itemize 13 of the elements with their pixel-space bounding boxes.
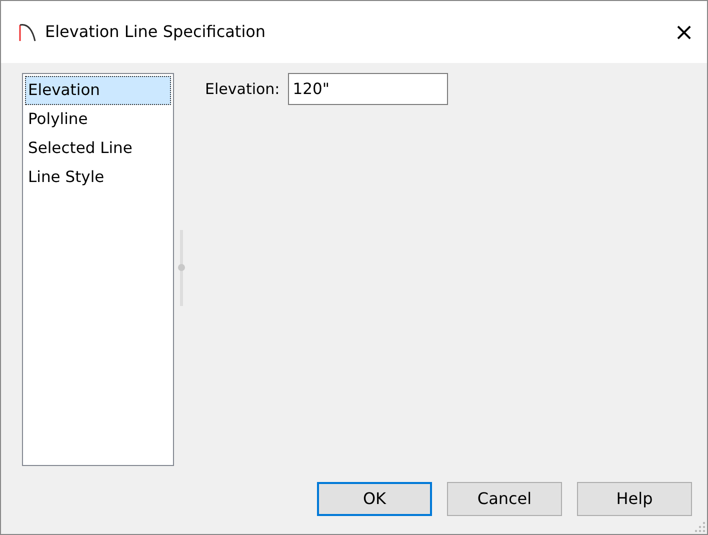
- window-title: Elevation Line Specification: [45, 21, 266, 43]
- resize-grip-icon[interactable]: [695, 522, 705, 532]
- sidebar-item[interactable]: Selected Line: [25, 134, 171, 163]
- dialog-button[interactable]: Help: [577, 482, 692, 516]
- sidebar-item[interactable]: Polyline: [25, 105, 171, 134]
- field-label: Elevation:: [205, 78, 280, 100]
- arch-icon: [19, 22, 37, 42]
- close-button[interactable]: ×: [661, 12, 707, 52]
- sidebar-item[interactable]: Elevation: [25, 76, 171, 105]
- dialog-button[interactable]: OK: [317, 482, 432, 516]
- sidebar-item[interactable]: Line Style: [25, 163, 171, 192]
- elevation-field[interactable]: 120": [288, 73, 448, 105]
- dialog-button[interactable]: Cancel: [447, 482, 562, 516]
